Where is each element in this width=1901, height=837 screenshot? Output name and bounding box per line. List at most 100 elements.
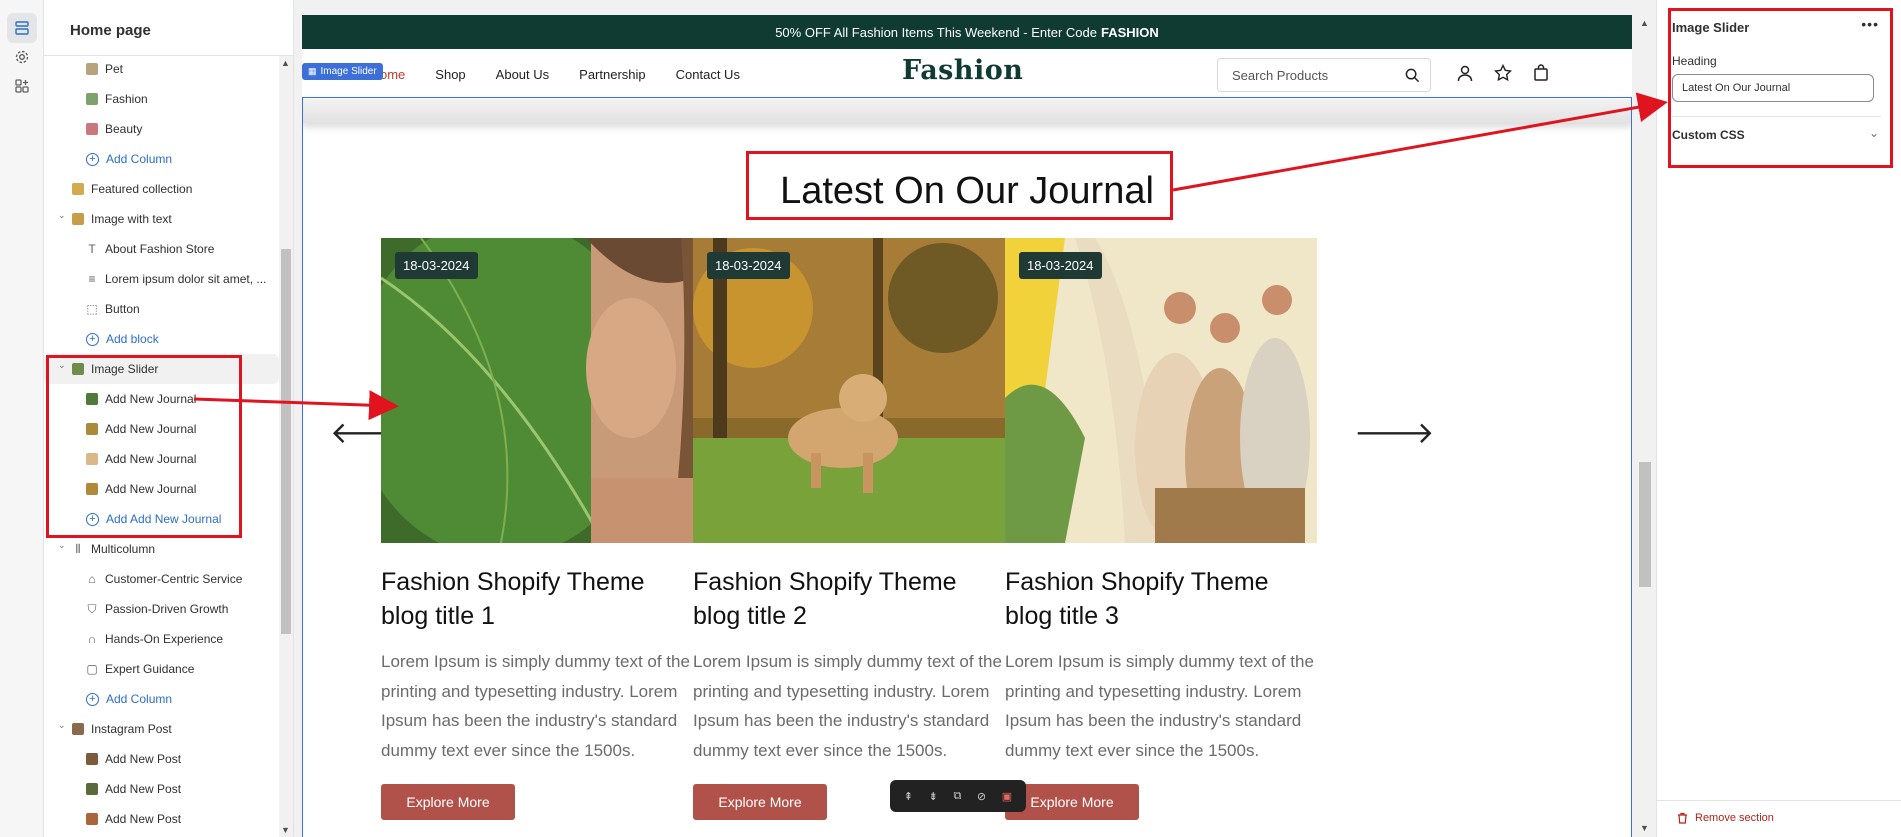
tree-item-label: Button [105, 302, 140, 316]
search-icon[interactable] [1405, 68, 1420, 83]
trash-icon [1678, 812, 1687, 824]
delete-trash-icon[interactable]: ▣ [1002, 790, 1012, 803]
add-item-button[interactable]: + Add Column [44, 144, 279, 174]
tree-scrollbar[interactable]: ▲ ▼ [279, 56, 293, 837]
tree-item-label: About Fashion Store [105, 242, 215, 256]
sections-icon[interactable] [7, 13, 37, 43]
section-floating-toolbar: ⇞ ⇟ ⧉ ⊘ ▣ [890, 780, 1026, 812]
scroll-up-icon[interactable]: ▲ [1640, 18, 1649, 28]
search-input[interactable]: Search Products [1217, 58, 1431, 92]
move-up-icon[interactable]: ⇞ [904, 790, 913, 803]
blog-date: 18-03-2024 [395, 252, 478, 279]
chevron-down-icon[interactable]: ⌄ [58, 540, 66, 551]
section-tag-icon: ▦ [308, 66, 317, 76]
duplicate-icon[interactable]: ⧉ [953, 790, 961, 803]
image-thumbnail-icon [86, 813, 98, 825]
explore-more-button[interactable]: Explore More [693, 784, 827, 820]
blog-excerpt: Lorem Ipsum is simply dummy text of the … [1005, 652, 1314, 760]
cart-bag-icon[interactable] [1530, 62, 1552, 84]
tree-section[interactable]: ⌄ Image with text [44, 204, 279, 234]
blog-image-leaf-portrait[interactable]: 18-03-2024 [381, 238, 693, 543]
announcement-text: 50% OFF All Fashion Items This Weekend -… [775, 24, 1097, 40]
scroll-down-icon[interactable]: ▼ [281, 825, 290, 835]
preview-scrollbar[interactable]: ▲ ▼ [1634, 15, 1656, 837]
tree-block[interactable]: Add New Post [44, 804, 279, 834]
move-down-icon[interactable]: ⇟ [929, 790, 938, 803]
tag-icon: ⌂ [88, 572, 96, 586]
tree-block[interactable]: ⌂ Customer-Centric Service [44, 564, 279, 594]
tree-item-label: Multicolumn [91, 542, 156, 556]
search-placeholder: Search Products [1232, 67, 1329, 83]
tree-block[interactable]: Beauty [44, 114, 279, 144]
chevron-down-icon[interactable]: ⌄ [58, 210, 66, 221]
tree-block[interactable]: Pet [44, 54, 279, 84]
tree-section[interactable]: ⌄ ⫴ Multicolumn [44, 534, 279, 564]
preview-scroll-thumb[interactable] [1639, 462, 1651, 587]
image-thumbnail-icon [86, 123, 98, 135]
tree-section[interactable]: Featured collection [44, 174, 279, 204]
blog-title[interactable]: Fashion Shopify Theme blog title 2 [693, 565, 1005, 633]
divider [1657, 800, 1901, 801]
explore-more-button[interactable]: Explore More [381, 784, 515, 820]
tree-section[interactable]: ⌄ Instagram Post [44, 714, 279, 744]
store-logo[interactable]: Fashion [902, 55, 1023, 86]
nav-partnership[interactable]: Partnership [579, 67, 645, 82]
add-item-button[interactable]: + Add Column [44, 684, 279, 714]
bag-icon: ⛉ [87, 601, 97, 616]
arrow-right-icon[interactable]: 🡒 [1354, 415, 1434, 451]
wishlist-star-icon[interactable] [1492, 62, 1514, 84]
section-tag[interactable]: ▦ Image Slider [302, 63, 383, 80]
blog-excerpt: Lorem Ipsum is simply dummy text of the … [693, 652, 1002, 760]
blog-image-running-dog[interactable]: 18-03-2024 [693, 238, 1005, 543]
nav-shop[interactable]: Shop [435, 67, 465, 82]
blog-image-fashion-models[interactable]: 18-03-2024 [1005, 238, 1317, 543]
tree-block[interactable]: Add New Post [44, 744, 279, 774]
theme-editor: Home page Pet Fashion Beauty + Add Column Fea… [0, 0, 1901, 837]
blog-card[interactable]: 18-03-2024 Fashion Shopify Theme blog ti… [381, 238, 693, 820]
tree-block[interactable]: ⬚ Button [44, 294, 279, 324]
tree-item-label: Hands-On Experience [105, 632, 224, 646]
tree-block[interactable]: ∩ Hands-On Experience [44, 624, 279, 654]
blog-card[interactable]: 18-03-2024 Fashion Shopify Theme blog ti… [693, 238, 1005, 820]
tree-item-label: Fashion [105, 92, 148, 106]
image-thumbnail-icon [72, 213, 84, 225]
scroll-up-icon[interactable]: ▲ [281, 58, 290, 68]
tree-block[interactable]: ≡ Lorem ipsum dolor sit amet, ... [44, 264, 279, 294]
settings-gear-icon[interactable] [7, 42, 37, 72]
tree-block[interactable]: ⛉ Passion-Driven Growth [44, 594, 279, 624]
nav-about[interactable]: About Us [496, 67, 549, 82]
nav-home[interactable]: ome [380, 67, 405, 82]
headphones-icon: ∩ [87, 632, 97, 646]
account-icon[interactable] [1454, 62, 1476, 84]
blog-title[interactable]: Fashion Shopify Theme blog title 1 [381, 565, 693, 633]
announcement-code: FASHION [1100, 24, 1159, 40]
image-thumbnail-icon [72, 183, 84, 195]
chevron-down-icon[interactable]: ⌄ [58, 720, 66, 731]
section-tag-label: Image Slider [320, 66, 377, 77]
tree-item-label: Add New Post [105, 782, 182, 796]
tree-item-label: Add Column [106, 692, 173, 706]
remove-section-button[interactable]: Remove section [1677, 812, 1774, 824]
box-icon: ▢ [86, 662, 98, 676]
annotation-box-settings [1668, 8, 1893, 168]
tree-block[interactable]: Fashion [44, 84, 279, 114]
plus-circle-icon: + [86, 152, 99, 166]
blog-card[interactable]: 18-03-2024 Fashion Shopify Theme blog ti… [1005, 238, 1317, 820]
tree-block[interactable]: ▢ Expert Guidance [44, 654, 279, 684]
storefront-preview: 50% OFF All Fashion Items This Weekend -… [302, 15, 1632, 837]
nav-contact[interactable]: Contact Us [676, 67, 740, 82]
scroll-down-icon[interactable]: ▼ [1640, 823, 1649, 833]
blog-date: 18-03-2024 [707, 252, 790, 279]
tree-item-label: Add New Post [105, 752, 182, 766]
tree-scroll-thumb[interactable] [281, 249, 291, 634]
image-thumbnail-icon [86, 93, 98, 105]
tree-block[interactable]: T About Fashion Store [44, 234, 279, 264]
apps-icon[interactable] [7, 71, 37, 101]
add-item-button[interactable]: + Add block [44, 324, 279, 354]
hide-eye-icon[interactable]: ⊘ [977, 790, 986, 803]
blog-title[interactable]: Fashion Shopify Theme blog title 3 [1005, 565, 1317, 633]
remove-section-label: Remove section [1695, 812, 1774, 824]
image-thumbnail-icon [72, 723, 84, 735]
tree-item-label: Instagram Post [91, 722, 172, 736]
tree-block[interactable]: Add New Post [44, 774, 279, 804]
